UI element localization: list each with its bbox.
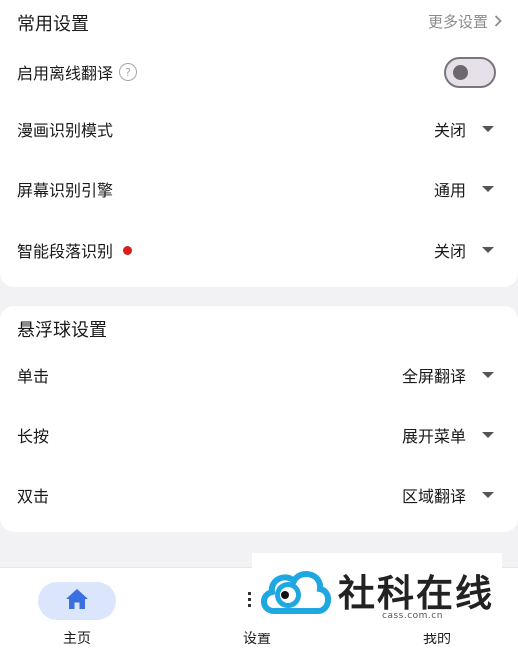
new-badge-dot xyxy=(123,245,133,255)
offline-translate-label: 启用离线翻译 xyxy=(17,64,114,83)
comic-recognition-row[interactable]: 漫画识别模式 关闭 xyxy=(0,107,518,151)
offline-translate-row: 启用离线翻译 ? xyxy=(0,50,518,94)
smart-paragraph-label: 智能段落识别 xyxy=(17,242,114,261)
more-settings-link[interactable]: 更多设置 xyxy=(428,11,502,32)
double-tap-value: 区域翻译 xyxy=(401,487,466,506)
smart-paragraph-row[interactable]: 智能段落识别 关闭 xyxy=(0,228,518,272)
help-icon[interactable]: ? xyxy=(119,63,138,81)
toggle-knob xyxy=(453,65,468,80)
single-tap-row[interactable]: 单击 全屏翻译 xyxy=(0,353,518,397)
watermark-text: 社科在线 xyxy=(338,571,494,615)
nav-home-label: 主页 xyxy=(63,631,91,647)
screen-engine-label: 屏幕识别引擎 xyxy=(17,181,114,200)
single-tap-value: 全屏翻译 xyxy=(401,367,466,386)
watermark-subtext: cass.com.cn xyxy=(382,611,443,621)
long-press-value: 展开菜单 xyxy=(401,427,466,446)
common-settings-title: 常用设置 xyxy=(17,14,89,35)
dropdown-caret-icon xyxy=(482,432,494,438)
double-tap-label: 双击 xyxy=(17,487,50,506)
dropdown-caret-icon xyxy=(482,247,494,253)
float-ball-settings-card: 悬浮球设置 单击 全屏翻译 长按 展开菜单 双击 区域翻译 xyxy=(0,306,518,532)
comic-recognition-value: 关闭 xyxy=(433,121,466,140)
screen-engine-row[interactable]: 屏幕识别引擎 通用 xyxy=(0,167,518,211)
comic-recognition-label: 漫画识别模式 xyxy=(17,121,114,140)
float-ball-settings-title: 悬浮球设置 xyxy=(17,320,107,341)
double-tap-row[interactable]: 双击 区域翻译 xyxy=(0,473,518,517)
long-press-row[interactable]: 长按 展开菜单 xyxy=(0,413,518,457)
more-settings-label: 更多设置 xyxy=(427,13,488,31)
single-tap-label: 单击 xyxy=(17,367,50,386)
nav-item-home[interactable]: 主页 xyxy=(27,582,127,648)
watermark-logo-icon xyxy=(258,565,334,625)
watermark-overlay: 社科在线 cass.com.cn xyxy=(252,553,502,633)
home-icon xyxy=(65,588,89,614)
smart-paragraph-value: 关闭 xyxy=(433,242,466,261)
dropdown-caret-icon xyxy=(482,372,494,378)
chevron-right-icon xyxy=(494,13,502,31)
screen-engine-value: 通用 xyxy=(433,181,466,200)
dropdown-caret-icon xyxy=(482,492,494,498)
dropdown-caret-icon xyxy=(482,186,494,192)
dropdown-caret-icon xyxy=(482,126,494,132)
offline-translate-toggle[interactable] xyxy=(444,57,496,88)
long-press-label: 长按 xyxy=(17,427,50,446)
nav-active-indicator xyxy=(38,582,116,620)
common-settings-card: 常用设置 更多设置 启用离线翻译 ? 漫画识别模式 关闭 屏幕识别引擎 通用 智… xyxy=(0,0,518,287)
